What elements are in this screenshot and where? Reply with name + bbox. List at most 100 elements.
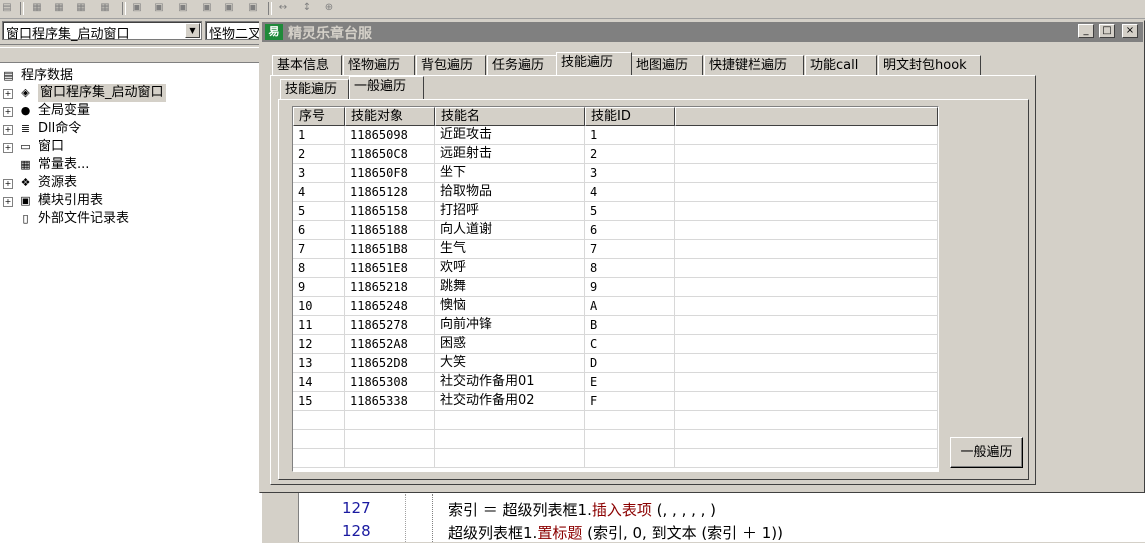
table-cell: 8	[585, 259, 675, 278]
toolbar-layout-icon[interactable]: ▤	[0, 2, 14, 14]
expand-icon[interactable]: +	[3, 143, 13, 153]
table-row[interactable]: 4 11865128 拾取物品 4	[293, 183, 938, 202]
table-cell: 近距攻击	[435, 126, 585, 145]
table-cell	[675, 259, 938, 278]
code-line[interactable]: 128 超级列表框1.置标题 (索引, 0, 到文本 (索引 ＋ 1))	[342, 522, 783, 542]
column-header[interactable]: 技能ID	[585, 107, 675, 126]
tab-main[interactable]: 快捷键栏遍历	[704, 55, 804, 75]
tab-main[interactable]: 地图遍历	[631, 55, 703, 75]
tree-item[interactable]: + ▭ 窗口	[0, 138, 262, 156]
tree-item[interactable]: + ◈ 窗口程序集_启动窗口	[0, 84, 262, 102]
toolbar-center-icon[interactable]: ⊕	[322, 2, 336, 14]
column-header[interactable]: 序号	[293, 107, 345, 126]
table-cell: 11865098	[345, 126, 435, 145]
tab-main[interactable]: 怪物遍历	[343, 55, 415, 75]
minimize-button[interactable]: _	[1078, 24, 1094, 38]
toolbar-size-icon[interactable]: ▣	[152, 2, 166, 14]
tab-main[interactable]: 技能遍历	[556, 52, 632, 75]
table-cell: 向人道谢	[435, 221, 585, 240]
class-combo[interactable]: 窗口程序集_启动窗口 ▼	[2, 21, 202, 42]
tab-main[interactable]: 任务遍历	[487, 55, 557, 75]
traverse-button[interactable]: 一般遍历	[950, 437, 1023, 468]
expand-icon[interactable]: +	[3, 179, 13, 189]
toolbar-align-icon[interactable]: ▦	[52, 2, 66, 14]
toolbar-align-icon[interactable]: ▦	[30, 2, 44, 14]
tab-main[interactable]: 背包遍历	[416, 55, 486, 75]
table-cell: E	[585, 373, 675, 392]
table-cell: A	[585, 297, 675, 316]
table-row[interactable]: 1 11865098 近距攻击 1	[293, 126, 938, 145]
toolbar-spacing-icon[interactable]: ↕	[300, 2, 314, 14]
table-row[interactable]: 11 11865278 向前冲锋 B	[293, 316, 938, 335]
close-button[interactable]: ×	[1122, 24, 1138, 38]
expand-icon[interactable]: +	[3, 89, 13, 99]
code-text: 索引 ＝ 超级列表框1.	[448, 501, 592, 519]
tree-item[interactable]: + ● 全局变量	[0, 102, 262, 120]
table-row[interactable]: 3 118650F8 坐下 3	[293, 164, 938, 183]
table-row[interactable]: 6 11865188 向人道谢 6	[293, 221, 938, 240]
expand-icon[interactable]: +	[3, 107, 13, 117]
variable-icon: ●	[20, 104, 31, 117]
table-cell: 欢呼	[435, 259, 585, 278]
table-row[interactable]: 2 118650C8 远距射击 2	[293, 145, 938, 164]
table-cell: 社交动作备用01	[435, 373, 585, 392]
toolbar-size-icon[interactable]: ▣	[200, 2, 214, 14]
empty-row[interactable]	[293, 411, 938, 430]
tree-item[interactable]: + ≣ Dll命令	[0, 120, 262, 138]
column-header[interactable]	[675, 107, 938, 126]
chevron-down-icon[interactable]: ▼	[185, 23, 200, 38]
table-row[interactable]: 10 11865248 懊恼 A	[293, 297, 938, 316]
table-row[interactable]: 12 118652A8 困惑 C	[293, 335, 938, 354]
table-cell: D	[585, 354, 675, 373]
tree-item[interactable]: + ❖ 资源表	[0, 174, 262, 192]
table-row[interactable]: 9 11865218 跳舞 9	[293, 278, 938, 297]
toolbar-size-icon[interactable]: ▣	[176, 2, 190, 14]
table-cell: 向前冲锋	[435, 316, 585, 335]
expand-icon[interactable]: +	[3, 197, 13, 207]
line-number: 127	[342, 499, 371, 517]
expand-icon[interactable]: +	[3, 125, 13, 135]
table-row[interactable]: 15 11865338 社交动作备用02 F	[293, 392, 938, 411]
toolbar-size-icon[interactable]: ▣	[130, 2, 144, 14]
table-cell: 5	[293, 202, 345, 221]
skill-list[interactable]: 序号 技能对象 技能名 技能ID 1 11865098 近距攻击 1 2 118650C8 远距射…	[292, 106, 939, 472]
column-header[interactable]: 技能名	[435, 107, 585, 126]
method-combo[interactable]: 怪物二叉	[205, 21, 265, 42]
tree-item[interactable]: + ▣ 模块引用表	[0, 192, 262, 210]
table-cell: 13	[293, 354, 345, 373]
empty-row[interactable]	[293, 430, 938, 449]
column-header[interactable]: 技能对象	[345, 107, 435, 126]
table-row[interactable]: 8 118651E8 欢呼 8	[293, 259, 938, 278]
table-row[interactable]: 7 118651B8 生气 7	[293, 240, 938, 259]
file-icon: ▯	[22, 212, 29, 225]
table-row[interactable]: 14 11865308 社交动作备用01 E	[293, 373, 938, 392]
window-titlebar[interactable]: 易 精灵乐章台服 _ □ ×	[262, 22, 1143, 42]
code-line[interactable]: 127 索引 ＝ 超级列表框1.插入表项 (, , , , , )	[342, 499, 716, 519]
tree-item[interactable]: ▦ 常量表...	[0, 156, 262, 174]
tab-main[interactable]: 功能call	[805, 55, 877, 75]
table-cell	[293, 449, 345, 468]
tree-item-label: Dll命令	[38, 121, 82, 136]
empty-row[interactable]	[293, 449, 938, 468]
toolbar-spacing-icon[interactable]: ↔	[276, 2, 290, 14]
table-cell	[675, 240, 938, 259]
tree-item[interactable]: ▯ 外部文件记录表	[0, 210, 262, 228]
tree-item-label: 窗口程序集_启动窗口	[38, 84, 166, 102]
table-row[interactable]: 13 118652D8 大笑 D	[293, 354, 938, 373]
tree-item-label: 常量表...	[38, 157, 90, 172]
table-cell: 4	[585, 183, 675, 202]
table-cell: B	[585, 316, 675, 335]
table-cell: 懊恼	[435, 297, 585, 316]
code-text: (索引, 0, 到文本 (索引 ＋ 1))	[582, 524, 783, 542]
tab-main[interactable]: 基本信息	[272, 55, 342, 75]
toolbar-size-icon[interactable]: ▣	[246, 2, 260, 14]
toolbar-align-icon[interactable]: ▦	[74, 2, 88, 14]
tab-sub[interactable]: 技能遍历	[280, 79, 349, 99]
tab-main[interactable]: 明文封包hook	[878, 55, 981, 75]
table-row[interactable]: 5 11865158 打招呼 5	[293, 202, 938, 221]
tab-sub[interactable]: 一般遍历	[349, 76, 424, 99]
toolbar-size-icon[interactable]: ▣	[222, 2, 236, 14]
toolbar-align-icon[interactable]: ▦	[98, 2, 112, 14]
tree-item-label: 模块引用表	[38, 193, 104, 208]
maximize-button[interactable]: □	[1099, 24, 1115, 38]
